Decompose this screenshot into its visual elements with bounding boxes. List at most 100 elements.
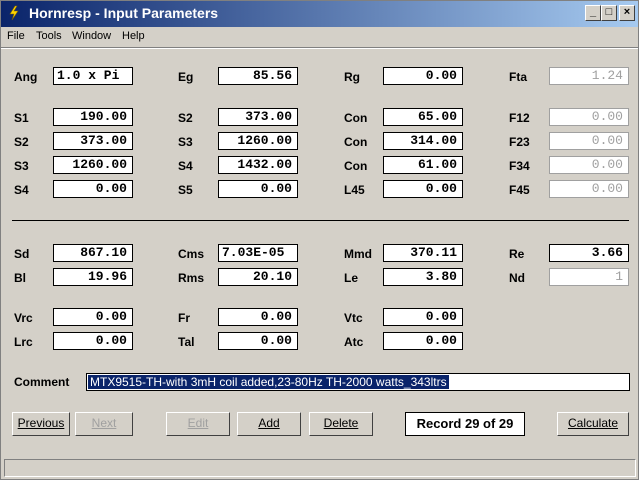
s3-field[interactable]: 1260.00 bbox=[218, 132, 298, 150]
nd-field: 1 bbox=[549, 268, 629, 286]
vrc-label: Vrc bbox=[14, 311, 33, 325]
f12-label: F12 bbox=[509, 111, 530, 125]
re-field[interactable]: 3.66 bbox=[549, 244, 629, 262]
close-icon: × bbox=[623, 6, 631, 18]
con1-label: Con bbox=[344, 111, 368, 125]
menu-help[interactable]: Help bbox=[122, 30, 145, 42]
eg-field[interactable]: 85.56 bbox=[218, 67, 298, 85]
next-button: Next bbox=[75, 412, 133, 436]
rg-field[interactable]: 0.00 bbox=[383, 67, 463, 85]
mmd-field[interactable]: 370.11 bbox=[383, 244, 463, 262]
comment-label: Comment bbox=[14, 375, 70, 389]
s4-field[interactable]: 1432.00 bbox=[218, 156, 298, 174]
s3-label: S3 bbox=[178, 135, 193, 149]
close-button[interactable]: × bbox=[619, 5, 635, 21]
bl-label: Bl bbox=[14, 271, 26, 285]
con2-field[interactable]: 314.00 bbox=[383, 132, 463, 150]
menu-divider-highlight bbox=[1, 48, 638, 49]
vrc-field[interactable]: 0.00 bbox=[53, 308, 133, 326]
f45-field: 0.00 bbox=[549, 180, 629, 198]
fta-field: 1.24 bbox=[549, 67, 629, 85]
maximize-icon: □ bbox=[605, 6, 613, 18]
comment-field[interactable]: MTX9515-TH-with 3mH coil added,23-80Hz T… bbox=[86, 373, 630, 391]
vtc-label: Vtc bbox=[344, 311, 363, 325]
mmd-label: Mmd bbox=[344, 247, 372, 261]
s4-field-2[interactable]: 0.00 bbox=[53, 180, 133, 198]
s4-label-2: S4 bbox=[14, 183, 29, 197]
f12-field: 0.00 bbox=[549, 108, 629, 126]
maximize-button[interactable]: □ bbox=[601, 5, 617, 21]
con2-label: Con bbox=[344, 135, 368, 149]
s2-label: S2 bbox=[178, 111, 193, 125]
hornresp-window: Hornresp - Input Parameters _ □ × File T… bbox=[0, 0, 639, 480]
window-title: Hornresp - Input Parameters bbox=[29, 5, 219, 21]
previous-button[interactable]: Previous bbox=[12, 412, 70, 436]
f23-field: 0.00 bbox=[549, 132, 629, 150]
delete-label: Delete bbox=[323, 416, 359, 430]
delete-button[interactable]: Delete bbox=[309, 412, 373, 436]
tal-field[interactable]: 0.00 bbox=[218, 332, 298, 350]
edit-label: Edit bbox=[187, 416, 209, 430]
l45-field[interactable]: 0.00 bbox=[383, 180, 463, 198]
cms-field[interactable]: 7.03E-05 bbox=[218, 244, 298, 262]
s2-field[interactable]: 373.00 bbox=[218, 108, 298, 126]
atc-label: Atc bbox=[344, 335, 364, 349]
s3-field-2[interactable]: 1260.00 bbox=[53, 156, 133, 174]
s3-label-2: S3 bbox=[14, 159, 29, 173]
minimize-icon: _ bbox=[589, 6, 597, 18]
record-indicator: Record 29 of 29 bbox=[405, 412, 525, 436]
previous-label: Previous bbox=[17, 416, 65, 430]
fr-field[interactable]: 0.00 bbox=[218, 308, 298, 326]
comment-text: MTX9515-TH-with 3mH coil added,23-80Hz T… bbox=[88, 375, 449, 389]
l45-label: L45 bbox=[344, 183, 365, 197]
le-field[interactable]: 3.80 bbox=[383, 268, 463, 286]
lrc-label: Lrc bbox=[14, 335, 33, 349]
fta-label: Fta bbox=[509, 70, 527, 84]
menu-bar: File Tools Window Help bbox=[1, 28, 638, 46]
s5-field[interactable]: 0.00 bbox=[218, 180, 298, 198]
s1-field[interactable]: 190.00 bbox=[53, 108, 133, 126]
eg-label: Eg bbox=[178, 70, 194, 84]
minimize-button[interactable]: _ bbox=[585, 5, 601, 21]
le-label: Le bbox=[344, 271, 359, 285]
menu-window[interactable]: Window bbox=[72, 30, 111, 42]
add-button[interactable]: Add bbox=[237, 412, 301, 436]
bl-field[interactable]: 19.96 bbox=[53, 268, 133, 286]
calculate-button[interactable]: Calculate bbox=[557, 412, 629, 436]
ang-field[interactable]: 1.0 x Pi bbox=[53, 67, 133, 85]
rms-field[interactable]: 20.10 bbox=[218, 268, 298, 286]
sd-label: Sd bbox=[14, 247, 30, 261]
tal-label: Tal bbox=[178, 335, 195, 349]
s1-label: S1 bbox=[14, 111, 29, 125]
lightning-icon bbox=[9, 5, 19, 21]
s5-label: S5 bbox=[178, 183, 193, 197]
menu-file[interactable]: File bbox=[7, 30, 25, 42]
atc-field[interactable]: 0.00 bbox=[383, 332, 463, 350]
nd-label: Nd bbox=[509, 271, 525, 285]
rg-label: Rg bbox=[344, 70, 360, 84]
con3-label: Con bbox=[344, 159, 368, 173]
menu-tools[interactable]: Tools bbox=[36, 30, 62, 42]
con1-field[interactable]: 65.00 bbox=[383, 108, 463, 126]
status-bar bbox=[4, 459, 636, 477]
s4-label: S4 bbox=[178, 159, 193, 173]
section-divider bbox=[12, 220, 629, 221]
con3-field[interactable]: 61.00 bbox=[383, 156, 463, 174]
s2-label-2: S2 bbox=[14, 135, 29, 149]
title-bar[interactable]: Hornresp - Input Parameters _ □ × bbox=[1, 1, 638, 27]
sd-field[interactable]: 867.10 bbox=[53, 244, 133, 262]
f34-label: F34 bbox=[509, 159, 530, 173]
edit-button: Edit bbox=[166, 412, 230, 436]
lrc-field[interactable]: 0.00 bbox=[53, 332, 133, 350]
re-label: Re bbox=[509, 247, 525, 261]
next-label: Next bbox=[91, 416, 117, 430]
f34-field: 0.00 bbox=[549, 156, 629, 174]
rms-label: Rms bbox=[178, 271, 205, 285]
cms-label: Cms bbox=[178, 247, 205, 261]
add-label: Add bbox=[258, 416, 280, 430]
ang-label: Ang bbox=[14, 70, 38, 84]
f45-label: F45 bbox=[509, 183, 530, 197]
vtc-field[interactable]: 0.00 bbox=[383, 308, 463, 326]
s2-field-2[interactable]: 373.00 bbox=[53, 132, 133, 150]
fr-label: Fr bbox=[178, 311, 190, 325]
